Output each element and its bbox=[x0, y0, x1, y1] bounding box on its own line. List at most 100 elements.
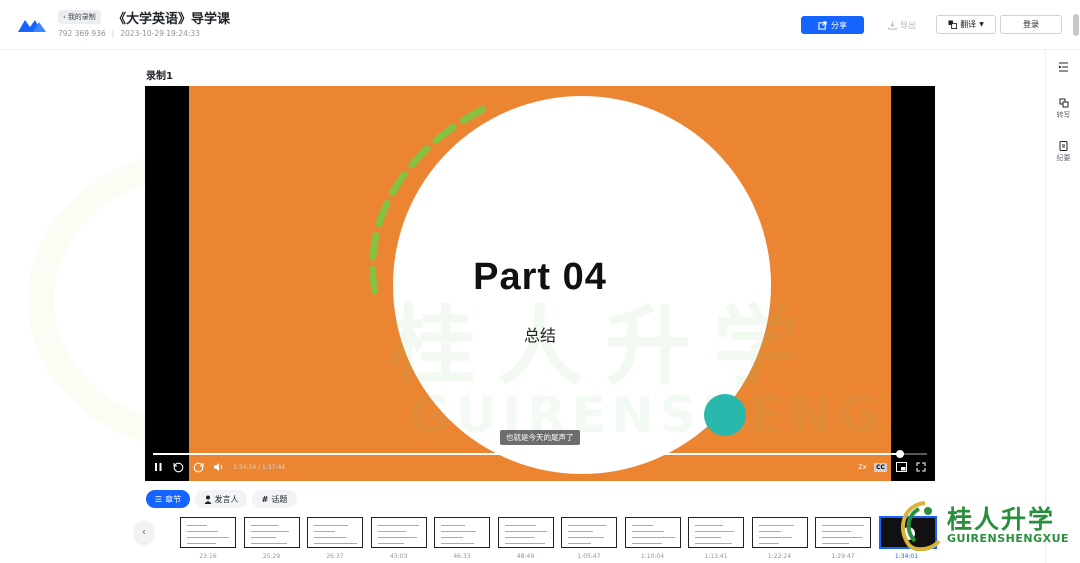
brand-name-en: GUIRENSHENGXUE bbox=[947, 532, 1070, 545]
tab-speakers[interactable]: 发言人 bbox=[195, 490, 247, 508]
cc-button[interactable]: CC bbox=[874, 463, 887, 472]
share-button[interactable]: 分享 bbox=[801, 16, 864, 34]
list-icon: ☰ bbox=[154, 494, 163, 504]
outline-icon bbox=[1058, 62, 1068, 72]
thumbnail-text-line bbox=[631, 537, 675, 538]
minutes-tab[interactable]: 纪要 bbox=[1046, 141, 1080, 163]
meta-divider: | bbox=[111, 29, 115, 38]
thumbnail-text-line bbox=[758, 525, 794, 526]
thumbnail-text-line bbox=[250, 543, 287, 544]
chapter-thumbnail-time: 26:37 bbox=[326, 553, 344, 560]
thumbnail-strip: 23:16 25:29 26:37 43:03 46:33 48:49 1:05:47 1:1… bbox=[155, 515, 955, 563]
tab-topics-label: 话题 bbox=[271, 494, 288, 504]
chapter-thumbnail-time: 43:03 bbox=[389, 553, 408, 560]
chevron-left-icon: ‹ bbox=[63, 13, 66, 21]
meeting-meta: 792 369 936 | 2023-10-29 19:24:33 bbox=[58, 29, 200, 38]
pause-icon[interactable] bbox=[154, 462, 163, 472]
forward-icon[interactable] bbox=[193, 462, 204, 473]
chapter-thumbnail[interactable] bbox=[751, 517, 808, 548]
thumbnail-text-line bbox=[314, 531, 335, 532]
thumbnail-text-line bbox=[568, 525, 606, 526]
volume-icon[interactable] bbox=[213, 462, 224, 472]
thumbnails-prev-button[interactable]: ‹ bbox=[135, 521, 153, 543]
share-button-label: 分享 bbox=[831, 20, 847, 30]
thumbnail-text-line bbox=[758, 543, 779, 544]
translate-icon bbox=[948, 20, 958, 29]
thumbnail-text-line bbox=[314, 543, 357, 544]
caret-down-icon: ▼ bbox=[979, 21, 984, 28]
thumbnail-text-line bbox=[377, 537, 417, 538]
document-icon bbox=[1059, 141, 1068, 151]
rewind-icon[interactable] bbox=[173, 462, 184, 473]
app-logo-icon[interactable] bbox=[16, 14, 48, 36]
scrollbar-thumb[interactable] bbox=[1073, 14, 1079, 36]
thumbnail-text-line bbox=[187, 537, 229, 538]
thumbnail-text-line bbox=[822, 525, 864, 526]
speed-button[interactable]: 2x bbox=[858, 463, 867, 471]
download-icon bbox=[888, 21, 897, 30]
translate-button[interactable]: 翻译 ▼ bbox=[936, 15, 996, 34]
thumbnail-text-line bbox=[631, 525, 653, 526]
thumbnail-text-line bbox=[568, 543, 591, 544]
thumbnail-text-line bbox=[504, 543, 545, 544]
translate-button-label: 翻译 bbox=[960, 20, 977, 29]
chapter-thumbnail[interactable] bbox=[370, 517, 427, 548]
thumbnail-text-line bbox=[695, 531, 734, 532]
tab-topics[interactable]: # 话题 bbox=[252, 490, 297, 508]
transcribe-label: 转写 bbox=[1056, 111, 1071, 119]
fullscreen-icon[interactable] bbox=[916, 462, 926, 472]
login-button[interactable]: 登录 bbox=[1000, 15, 1062, 34]
meeting-datetime: 2023-10-29 19:24:33 bbox=[120, 29, 200, 38]
chapter-thumbnail[interactable] bbox=[497, 517, 554, 548]
brand-logo: 桂人升学 GUIRENSHENGXUE bbox=[895, 497, 1070, 557]
transcribe-icon bbox=[1059, 98, 1068, 108]
export-button[interactable]: 导出 bbox=[882, 16, 922, 34]
chapter-thumbnail-time: 46:33 bbox=[453, 553, 471, 560]
meeting-id: 792 369 936 bbox=[58, 29, 106, 38]
brand-name-cn: 桂人升学 bbox=[947, 505, 1056, 534]
transcribe-tab[interactable]: 转写 bbox=[1046, 98, 1080, 120]
caption-subtitle: 也就是今天的尾声了 bbox=[500, 430, 580, 445]
chapter-thumbnail[interactable] bbox=[688, 517, 744, 548]
person-icon bbox=[204, 495, 211, 504]
picture-in-picture-icon[interactable] bbox=[896, 462, 907, 472]
video-player[interactable]: 桂人升学 GUIRENSHENGXUE Part 04 总结 也就是今天的尾声了… bbox=[145, 86, 935, 481]
chapter-thumbnail-time: 1:13:41 bbox=[704, 553, 728, 560]
chapter-thumbnail[interactable] bbox=[180, 517, 236, 548]
chapter-thumbnail[interactable] bbox=[243, 517, 300, 548]
recording-title: 录制1 bbox=[146, 71, 173, 82]
tab-chapters[interactable]: ☰ 章节 bbox=[146, 490, 190, 508]
tab-chapters-label: 章节 bbox=[165, 494, 182, 504]
chapter-thumbnail[interactable] bbox=[815, 517, 871, 548]
tab-speakers-label: 发言人 bbox=[214, 494, 239, 504]
chapter-thumbnail-time: 1:10:04 bbox=[640, 553, 665, 560]
right-rail: 转写 纪要 bbox=[1045, 50, 1080, 563]
thumbnail-text-line bbox=[377, 525, 419, 526]
chapter-thumbnail-time: 1:29:47 bbox=[831, 553, 855, 560]
thumbnail-text-line bbox=[631, 531, 664, 532]
thumbnail-text-line bbox=[568, 531, 593, 532]
chapter-thumbnail-time: 23:16 bbox=[199, 553, 217, 560]
outline-toggle[interactable] bbox=[1046, 62, 1080, 72]
thumbnail-text-line bbox=[695, 525, 723, 526]
progress-knob[interactable] bbox=[895, 450, 904, 458]
thumbnail-text-line bbox=[377, 531, 406, 532]
login-button-label: 登录 bbox=[1023, 20, 1039, 29]
time-readout: 1:34:24 / 1:37:44 bbox=[233, 464, 286, 471]
thumbnail-text-line bbox=[250, 531, 289, 532]
thumbnail-text-line bbox=[631, 543, 662, 544]
page-title: 《大学英语》导学课 bbox=[113, 12, 231, 27]
chapter-thumbnail[interactable] bbox=[307, 517, 363, 548]
back-button[interactable]: ‹ 我的录制 bbox=[58, 10, 101, 24]
thumbnail-text-line bbox=[314, 537, 346, 538]
chapter-thumbnail[interactable] bbox=[434, 517, 490, 548]
thumbnail-text-line bbox=[314, 525, 348, 526]
thumbnail-text-line bbox=[187, 531, 218, 532]
chapter-thumbnail-time: 1:22:24 bbox=[767, 553, 792, 560]
player-controls: 1:34:24 / 1:37:44 2x CC bbox=[145, 460, 935, 478]
thumbnail-text-line bbox=[377, 543, 404, 544]
chapter-thumbnail-time: 48:49 bbox=[516, 553, 535, 560]
chapter-thumbnail[interactable] bbox=[561, 517, 617, 548]
progress-bar[interactable] bbox=[153, 450, 927, 458]
chapter-thumbnail[interactable] bbox=[624, 517, 681, 548]
